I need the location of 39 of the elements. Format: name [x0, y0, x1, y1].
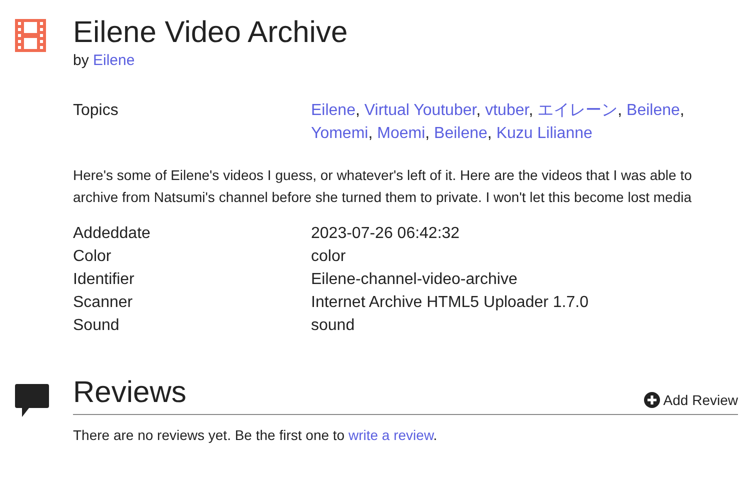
metadata-value: 2023-07-26 06:42:32	[311, 224, 460, 244]
plus-circle-icon	[644, 392, 660, 408]
separator: ,	[425, 125, 430, 142]
topic-link[interactable]: Beilene	[626, 102, 680, 119]
description: Here's some of Eilene's videos I guess, or whatever's left of it. Here are the videos that I was able to archive from Natsumi's channel before she turned them to private. I won't let this become lost media	[73, 166, 693, 207]
topic-link[interactable]: Kuzu Lilianne	[496, 125, 592, 142]
separator: ,	[528, 102, 534, 119]
metadata-label: Identifier	[73, 270, 136, 290]
film-icon	[14, 19, 46, 52]
separator: ,	[368, 125, 373, 142]
metadata-value: color	[311, 247, 346, 267]
author-link[interactable]: Eilene	[93, 52, 135, 69]
page-title: Eilene Video Archive	[73, 16, 349, 50]
empty-reviews-message: There are no reviews yet. Be the first one to write a review.	[73, 426, 438, 445]
topics-label: Topics	[73, 101, 120, 121]
topic-link[interactable]: Beilene	[434, 125, 488, 142]
topic-link[interactable]: Yomemi	[311, 125, 368, 142]
separator: ,	[680, 102, 684, 119]
separator: ,	[618, 102, 622, 119]
metadata-label: Sound	[73, 316, 120, 336]
speech-bubble-icon	[14, 384, 48, 418]
add-review-button[interactable]: Add Review	[644, 391, 738, 410]
topic-link[interactable]: vtuber	[485, 102, 529, 119]
separator: ,	[487, 125, 492, 142]
topic-link[interactable]: Eilene	[311, 102, 356, 119]
metadata-value: sound	[311, 316, 355, 336]
write-review-link[interactable]: write a review	[348, 427, 434, 443]
separator: ,	[355, 102, 360, 119]
topic-link[interactable]: エイレーン	[538, 102, 618, 119]
byline-label: by	[73, 52, 89, 69]
metadata-label: Addeddate	[73, 224, 152, 244]
metadata-label: Scanner	[73, 293, 134, 313]
section-heading: Reviews	[73, 376, 186, 410]
metadata-value: Eilene-channel-video-archive	[311, 270, 518, 290]
metadata-value: Internet Archive HTML5 Uploader 1.7.0	[311, 293, 588, 313]
topic-link[interactable]: Virtual Youtuber	[364, 102, 476, 119]
metadata-label: Color	[73, 247, 112, 267]
separator: ,	[476, 102, 481, 119]
topic-link[interactable]: Moemi	[377, 125, 426, 142]
